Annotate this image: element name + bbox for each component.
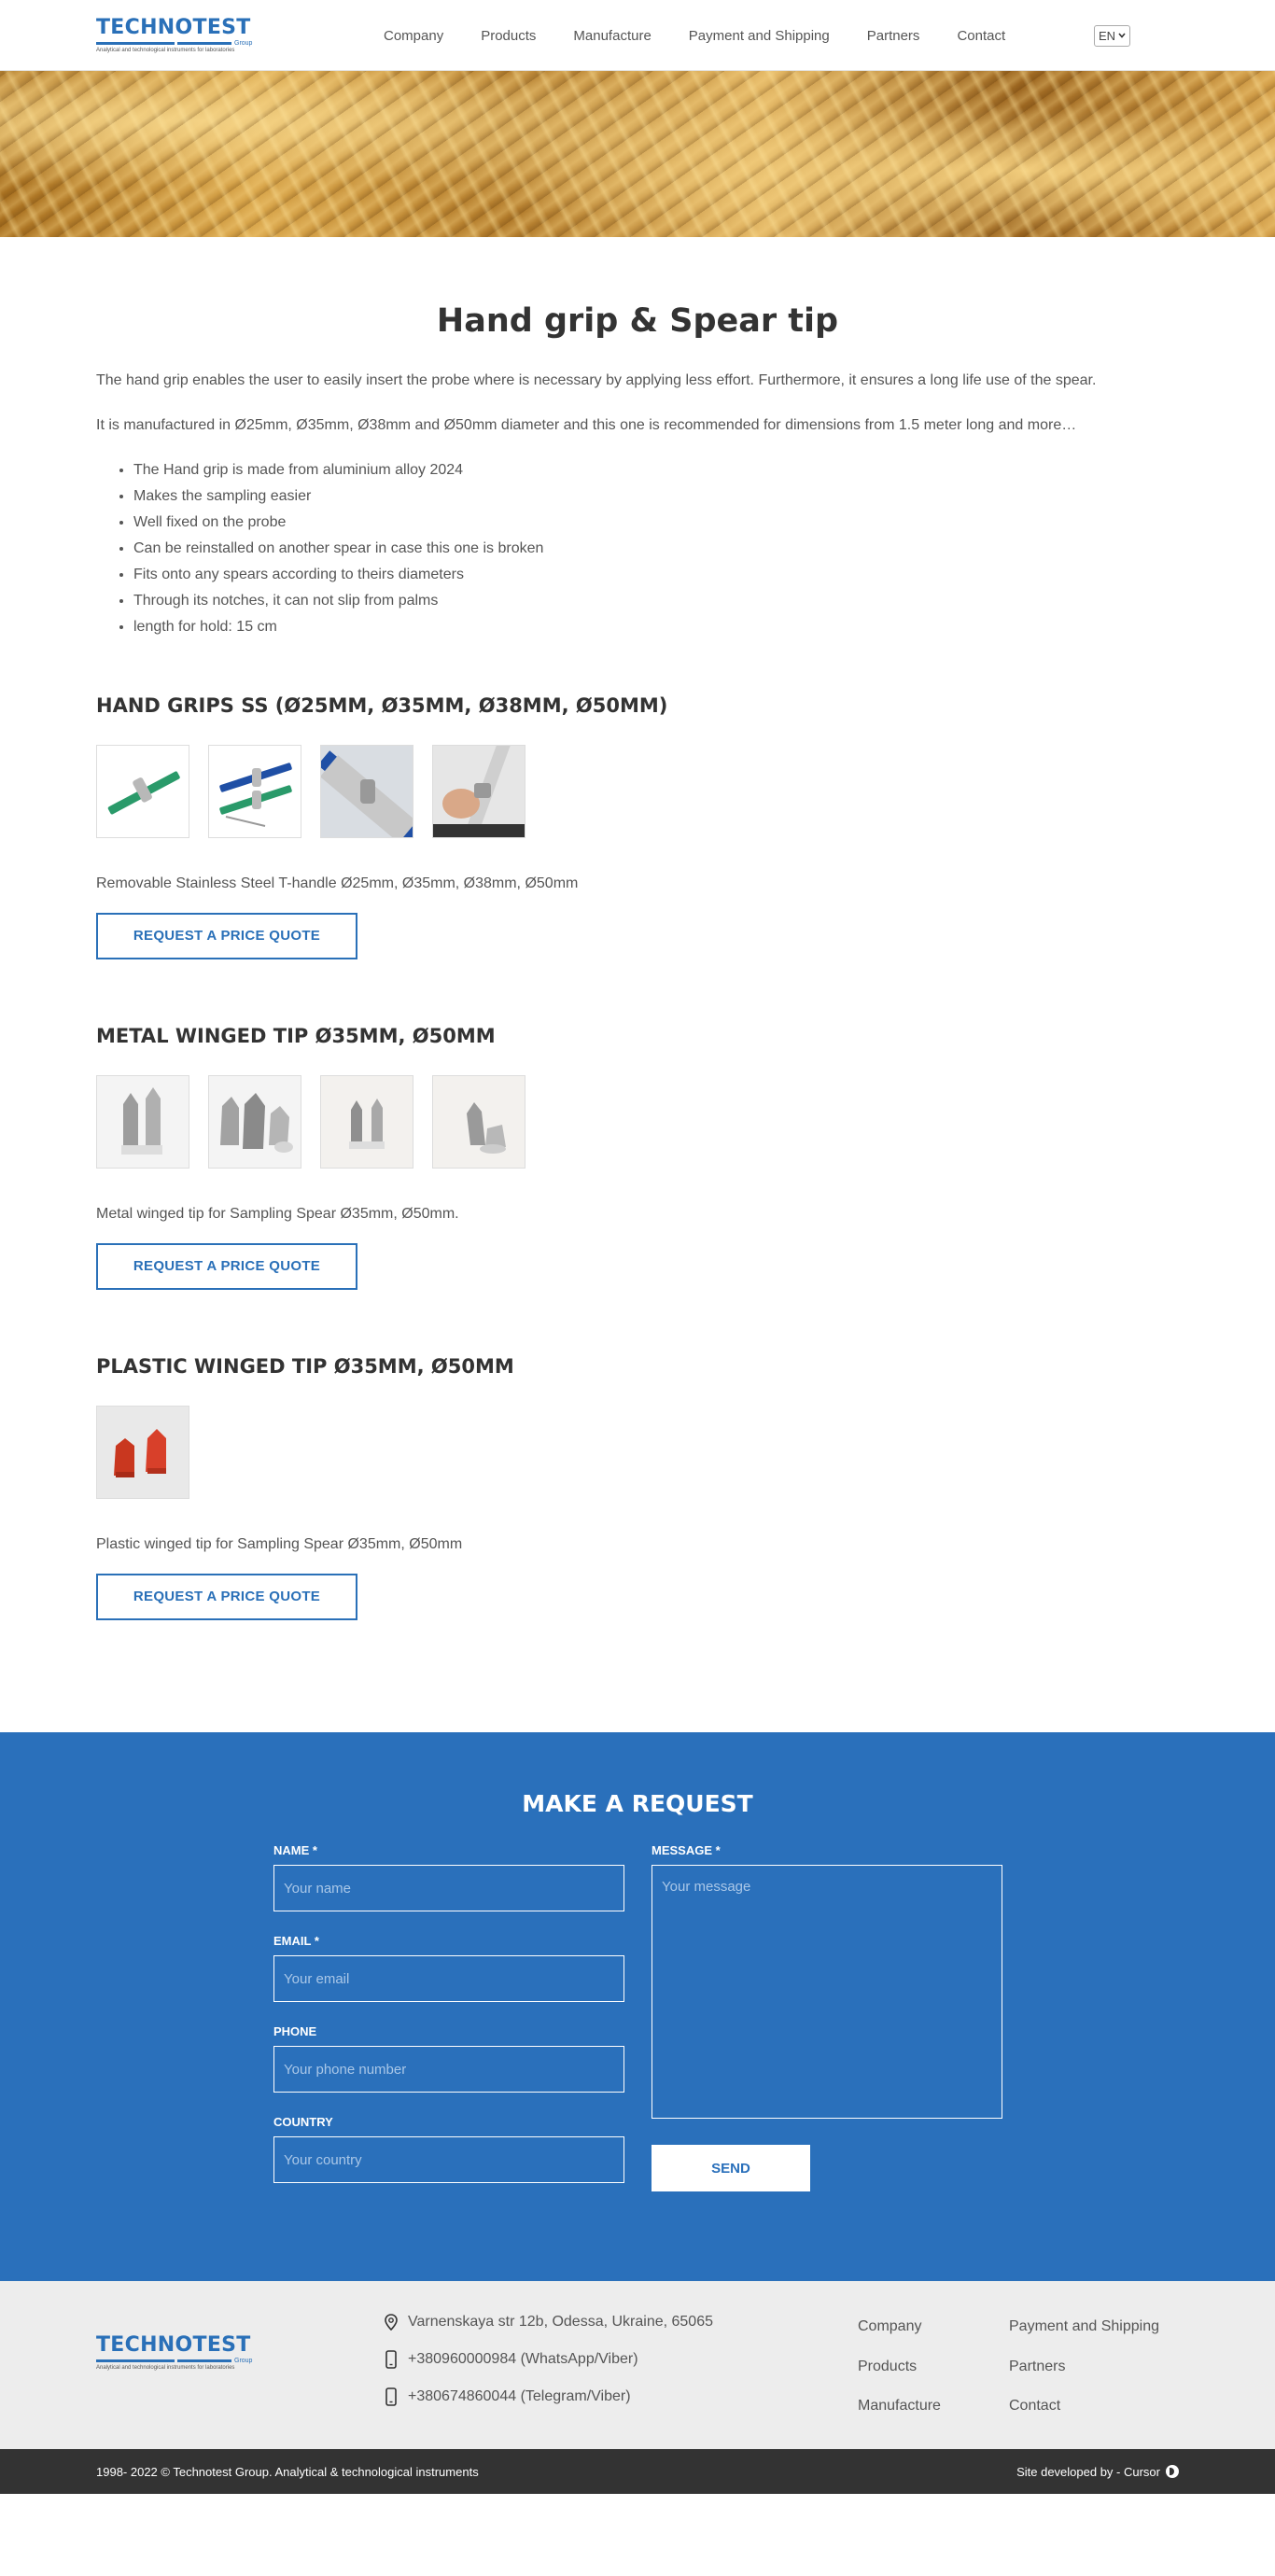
country-input[interactable]	[273, 2136, 624, 2183]
site-footer: TECHNOTEST Group Analytical and technolo…	[0, 2281, 1275, 2449]
email-label: Email *	[273, 1934, 319, 1948]
product-thumbnail[interactable]	[208, 1075, 301, 1169]
developer-credit[interactable]: Site developed by - Cursor	[1016, 2465, 1179, 2479]
footer-link-partners[interactable]: Partners	[1009, 2359, 1177, 2386]
feature-item: Well fixed on the probe	[133, 510, 1179, 536]
product-title: Plastic winged tip Ø35mm, Ø50mm	[96, 1355, 514, 1378]
request-form-section: Make a request Name * Email * Phone Coun…	[0, 1732, 1275, 2281]
footer-phone[interactable]: +380960000984 (WhatsApp/Viber)	[408, 2351, 638, 2368]
product-title: Hand grips SS (Ø25mm, Ø35mm, Ø38mm, Ø50m…	[96, 694, 668, 717]
product-description: Metal winged tip for Sampling Spear Ø35m…	[96, 1206, 459, 1222]
logo-title: TECHNOTEST	[96, 2333, 251, 2357]
bottom-bar: 1998- 2022 © Technotest Group. Analytica…	[0, 2449, 1275, 2494]
footer-link-contact[interactable]: Contact	[1009, 2398, 1177, 2425]
logo-tagline: Analytical and technological instruments…	[96, 48, 235, 53]
page-title: Hand grip & Spear tip	[436, 302, 839, 340]
copyright: 1998- 2022 © Technotest Group. Analytica…	[96, 2464, 479, 2479]
phone-input[interactable]	[273, 2046, 624, 2093]
feature-list: The Hand grip is made from aluminium all…	[133, 457, 1179, 640]
request-quote-button[interactable]: Request a price quote	[96, 1574, 357, 1620]
request-title: Make a request	[522, 1790, 753, 1817]
footer-link-company[interactable]: Company	[858, 2318, 1009, 2345]
language-value: EN	[1098, 28, 1115, 43]
nav-partners[interactable]: Partners	[867, 28, 920, 44]
phone-icon	[385, 2350, 397, 2369]
intro-paragraph: It is manufactured in Ø25mm, Ø35mm, Ø38m…	[96, 417, 1077, 433]
product-hand-grips: Hand grips SS (Ø25mm, Ø35mm, Ø38mm, Ø50m…	[96, 694, 1179, 959]
nav-company[interactable]: Company	[384, 28, 443, 44]
footer-address: Varnenskaya str 12b, Odessa, Ukraine, 65…	[408, 2314, 713, 2330]
product-metal-winged-tip: Metal winged tip Ø35mm, Ø50mm Meta	[96, 1025, 1179, 1290]
footer-link-payment-shipping[interactable]: Payment and Shipping	[1009, 2318, 1177, 2345]
language-select[interactable]: EN	[1093, 24, 1130, 47]
developer-text: Site developed by - Cursor	[1016, 2464, 1160, 2479]
country-label: Country	[273, 2115, 333, 2129]
logo-group: Group	[234, 40, 253, 47]
product-thumbnail[interactable]	[96, 1406, 189, 1499]
intro-text: The hand grip enables the user to easily…	[96, 368, 1179, 439]
name-input[interactable]	[273, 1865, 624, 1911]
feature-item: Makes the sampling easier	[133, 483, 1179, 510]
email-input[interactable]	[273, 1955, 624, 2002]
logo-tagline: Analytical and technological instruments…	[96, 2365, 235, 2371]
footer-link-products[interactable]: Products	[858, 2359, 1009, 2386]
request-form: Name * Email * Phone Country M	[273, 1843, 1002, 2205]
request-quote-button[interactable]: Request a price quote	[96, 1243, 357, 1290]
feature-item: The Hand grip is made from aluminium all…	[133, 457, 1179, 483]
logo[interactable]: TECHNOTEST Group Analytical and technolo…	[96, 18, 255, 53]
request-quote-button[interactable]: Request a price quote	[96, 913, 357, 959]
message-label: Message *	[652, 1843, 721, 1857]
developer-logo-icon	[1166, 2465, 1179, 2478]
footer-links: Company Payment and Shipping Products Pa…	[858, 2318, 1177, 2425]
footer-phone[interactable]: +380674860044 (Telegram/Viber)	[408, 2388, 631, 2405]
chevron-down-icon	[1118, 33, 1126, 38]
hero-wheat-image	[0, 71, 1275, 237]
site-header: TECHNOTEST Group Analytical and technolo…	[0, 0, 1275, 71]
intro-paragraph: The hand grip enables the user to easily…	[96, 372, 1097, 388]
message-textarea[interactable]	[652, 1865, 1002, 2119]
nav-manufacture[interactable]: Manufacture	[573, 28, 651, 44]
footer-logo[interactable]: TECHNOTEST Group Analytical and technolo…	[96, 2335, 255, 2425]
nav-contact[interactable]: Contact	[957, 28, 1005, 44]
nav-payment-shipping[interactable]: Payment and Shipping	[689, 28, 830, 44]
product-thumbnail[interactable]	[96, 1075, 189, 1169]
product-thumbnail[interactable]	[208, 745, 301, 838]
logo-title: TECHNOTEST	[96, 16, 251, 39]
main-nav: Company Products Manufacture Payment and…	[384, 28, 1043, 44]
phone-label: Phone	[273, 2024, 317, 2038]
product-description: Plastic winged tip for Sampling Spear Ø3…	[96, 1536, 463, 1552]
product-thumbnail[interactable]	[432, 1075, 525, 1169]
main-content: Hand grip & Spear tip The hand grip enab…	[0, 237, 1275, 1732]
feature-item: Through its notches, it can not slip fro…	[133, 588, 1179, 614]
phone-icon	[385, 2387, 397, 2406]
feature-item: Can be reinstalled on another spear in c…	[133, 536, 1179, 562]
send-button[interactable]: Send	[652, 2145, 810, 2191]
nav-products[interactable]: Products	[481, 28, 536, 44]
product-thumbnail[interactable]	[432, 745, 525, 838]
footer-contacts: Varnenskaya str 12b, Odessa, Ukraine, 65…	[382, 2313, 858, 2425]
feature-item: Fits onto any spears according to theirs…	[133, 562, 1179, 588]
product-description: Removable Stainless Steel T-handle Ø25mm…	[96, 875, 579, 891]
footer-link-manufacture[interactable]: Manufacture	[858, 2398, 1009, 2425]
product-thumbnail[interactable]	[320, 745, 413, 838]
name-label: Name *	[273, 1843, 317, 1857]
map-pin-icon	[385, 2314, 398, 2331]
product-thumbnail[interactable]	[96, 745, 189, 838]
feature-item: length for hold: 15 cm	[133, 614, 1179, 640]
product-thumbnail[interactable]	[320, 1075, 413, 1169]
product-plastic-winged-tip: Plastic winged tip Ø35mm, Ø50mm Plastic …	[96, 1355, 1179, 1620]
logo-group: Group	[234, 2358, 253, 2364]
product-title: Metal winged tip Ø35mm, Ø50mm	[96, 1025, 496, 1047]
